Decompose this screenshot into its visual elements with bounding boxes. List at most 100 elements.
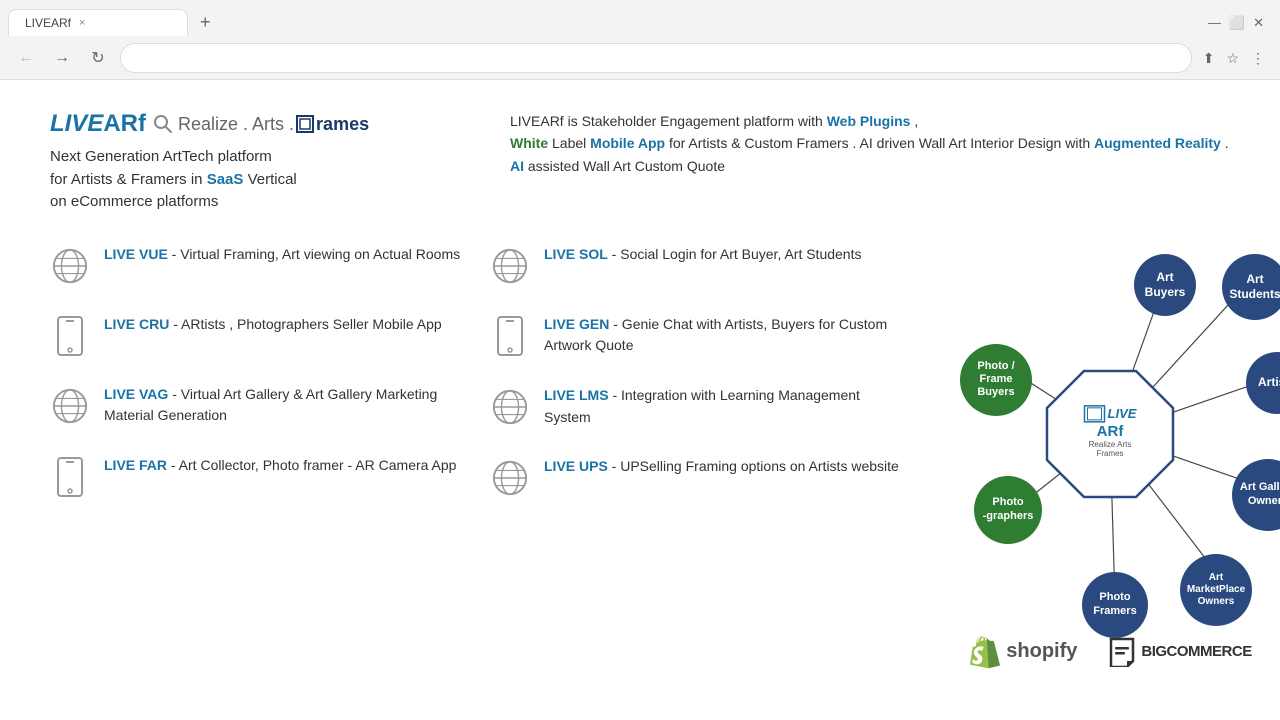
- node-art-students: ArtStudents: [1222, 254, 1280, 320]
- page-content: LIVE ARf Realize . Arts . rames: [0, 80, 1280, 690]
- cru-icon: [50, 316, 90, 356]
- address-bar[interactable]: [120, 43, 1192, 73]
- bigcommerce-label: BIGCOMMERCE: [1141, 643, 1251, 660]
- close-icon[interactable]: ✕: [1253, 15, 1264, 31]
- ups-text: LIVE UPS - UPSelling Framing options on …: [544, 456, 899, 478]
- diagram-container: LIVE ARf Realize Arts Frames ArtBuyers A…: [930, 244, 1280, 624]
- cru-name: LIVE CRU: [104, 316, 169, 332]
- diagram-section: LIVE ARf Realize Arts Frames ArtBuyers A…: [930, 244, 1280, 670]
- navigation-bar: ← → ↻ ⬆ ☆ ⋮: [0, 37, 1280, 79]
- vue-icon: [50, 246, 90, 286]
- forward-button[interactable]: →: [48, 44, 76, 72]
- globe-icon-lms: [491, 388, 529, 426]
- features-left: LIVE VUE - Virtual Framing, Art viewing …: [50, 244, 470, 670]
- vue-text: LIVE VUE - Virtual Framing, Art viewing …: [104, 244, 460, 266]
- web-plugins-highlight: Web Plugins: [827, 113, 911, 129]
- description-block: LIVEARf is Stakeholder Engagement platfo…: [510, 110, 1230, 214]
- feature-sol: LIVE SOL - Social Login for Art Buyer, A…: [490, 244, 910, 286]
- feature-vue: LIVE VUE - Virtual Framing, Art viewing …: [50, 244, 470, 286]
- menu-icon[interactable]: ⋮: [1248, 47, 1268, 70]
- sol-icon: [490, 246, 530, 286]
- mobile-app-highlight: Mobile App: [590, 135, 665, 151]
- partner-logos: shopify BIGCOMMERCE: [968, 634, 1251, 670]
- node-art-buyers: ArtBuyers: [1134, 254, 1196, 316]
- vag-icon: [50, 386, 90, 426]
- feature-vag: LIVE VAG - Virtual Art Gallery & Art Gal…: [50, 384, 470, 427]
- center-sub: Realize Arts Frames: [1078, 439, 1143, 457]
- tab-title: LIVEARf: [25, 16, 71, 30]
- cru-desc: - ARtists , Photographers Seller Mobile …: [169, 316, 441, 332]
- vue-desc: - Virtual Framing, Art viewing on Actual…: [168, 246, 460, 262]
- feature-gen: LIVE GEN - Genie Chat with Artists, Buye…: [490, 314, 910, 357]
- cru-text: LIVE CRU - ARtists , Photographers Selle…: [104, 314, 442, 336]
- sol-name: LIVE SOL: [544, 246, 608, 262]
- logo-subtitle: Next Generation ArtTech platform for Art…: [50, 146, 450, 214]
- octagon-center: LIVE ARf Realize Arts Frames: [1045, 369, 1175, 499]
- gen-icon: [490, 316, 530, 356]
- logo-block: LIVE ARf Realize . Arts . rames: [50, 110, 450, 214]
- feature-far: LIVE FAR - Art Collector, Photo framer -…: [50, 455, 470, 497]
- bigcommerce-logo: BIGCOMMERCE: [1107, 637, 1251, 667]
- node-photographers: Photo-graphers: [974, 476, 1042, 544]
- phone-icon-cru: [56, 316, 84, 356]
- bookmark-icon[interactable]: ☆: [1223, 47, 1242, 70]
- vag-text: LIVE VAG - Virtual Art Gallery & Art Gal…: [104, 384, 470, 427]
- lms-icon: [490, 387, 530, 427]
- features-section: LIVE VUE - Virtual Framing, Art viewing …: [50, 244, 1230, 670]
- node-photo-frame-buyers: Photo /Frame Buyers: [960, 344, 1032, 416]
- lms-text: LIVE LMS - Integration with Learning Man…: [544, 385, 910, 428]
- far-name: LIVE FAR: [104, 457, 167, 473]
- ups-icon: [490, 458, 530, 498]
- center-live: LIVE: [1108, 406, 1137, 421]
- node-art-marketplace-owners: ArtMarketPlaceOwners: [1180, 554, 1252, 626]
- nav-icons: ⬆ ☆ ⋮: [1200, 47, 1268, 70]
- feature-cru: LIVE CRU - ARtists , Photographers Selle…: [50, 314, 470, 356]
- globe-icon-vue: [51, 247, 89, 285]
- center-frame-icon: [1084, 404, 1106, 422]
- shopify-logo: shopify: [968, 634, 1077, 670]
- refresh-button[interactable]: ↻: [84, 44, 112, 72]
- tab-close-button[interactable]: ×: [79, 17, 85, 29]
- phone-icon-gen: [496, 316, 524, 356]
- back-button[interactable]: ←: [12, 44, 40, 72]
- vag-name: LIVE VAG: [104, 386, 168, 402]
- logo-realize-text: Realize . Arts .: [178, 114, 294, 135]
- gen-name: LIVE GEN: [544, 316, 609, 332]
- gen-text: LIVE GEN - Genie Chat with Artists, Buye…: [544, 314, 910, 357]
- saas-label: SaaS: [207, 171, 244, 188]
- logo-frames-text: rames: [316, 114, 369, 135]
- center-logo-text: LIVE ARf Realize Arts Frames: [1078, 404, 1143, 457]
- browser-chrome: LIVEARf × + — ⬜ ✕ ← → ↻ ⬆ ☆ ⋮: [0, 0, 1280, 80]
- sol-desc: - Social Login for Art Buyer, Art Studen…: [608, 246, 862, 262]
- bigcommerce-icon: [1107, 637, 1137, 667]
- share-icon[interactable]: ⬆: [1200, 47, 1218, 70]
- logo-arf: ARf: [103, 110, 146, 138]
- ai-highlight: AI: [510, 158, 524, 174]
- header-section: LIVE ARf Realize . Arts . rames: [50, 110, 1230, 214]
- white-highlight: White: [510, 135, 548, 151]
- lms-name: LIVE LMS: [544, 387, 609, 403]
- restore-icon[interactable]: ⬜: [1229, 15, 1245, 31]
- vue-name: LIVE VUE: [104, 246, 168, 262]
- frame-icon: [296, 115, 314, 133]
- search-icon: [152, 113, 174, 135]
- minimize-icon[interactable]: —: [1208, 15, 1221, 30]
- node-photo-framers: PhotoFramers: [1082, 572, 1148, 638]
- far-icon: [50, 457, 90, 497]
- logo-line: LIVE ARf Realize . Arts . rames: [50, 110, 450, 138]
- tab-bar: LIVEARf × + — ⬜ ✕: [0, 0, 1280, 37]
- feature-ups: LIVE UPS - UPSelling Framing options on …: [490, 456, 910, 498]
- globe-icon-ups: [491, 459, 529, 497]
- far-text: LIVE FAR - Art Collector, Photo framer -…: [104, 455, 456, 477]
- ups-name: LIVE UPS: [544, 458, 608, 474]
- ups-desc: - UPSelling Framing options on Artists w…: [608, 458, 899, 474]
- browser-tab[interactable]: LIVEARf ×: [8, 9, 188, 36]
- far-desc: - Art Collector, Photo framer - AR Camer…: [167, 457, 456, 473]
- sol-text: LIVE SOL - Social Login for Art Buyer, A…: [544, 244, 862, 266]
- features-right: LIVE SOL - Social Login for Art Buyer, A…: [490, 244, 910, 670]
- new-tab-button[interactable]: +: [192, 8, 219, 37]
- phone-icon-far: [56, 457, 84, 497]
- center-arf: ARf: [1078, 422, 1143, 439]
- globe-icon-vag: [51, 387, 89, 425]
- globe-icon-sol: [491, 247, 529, 285]
